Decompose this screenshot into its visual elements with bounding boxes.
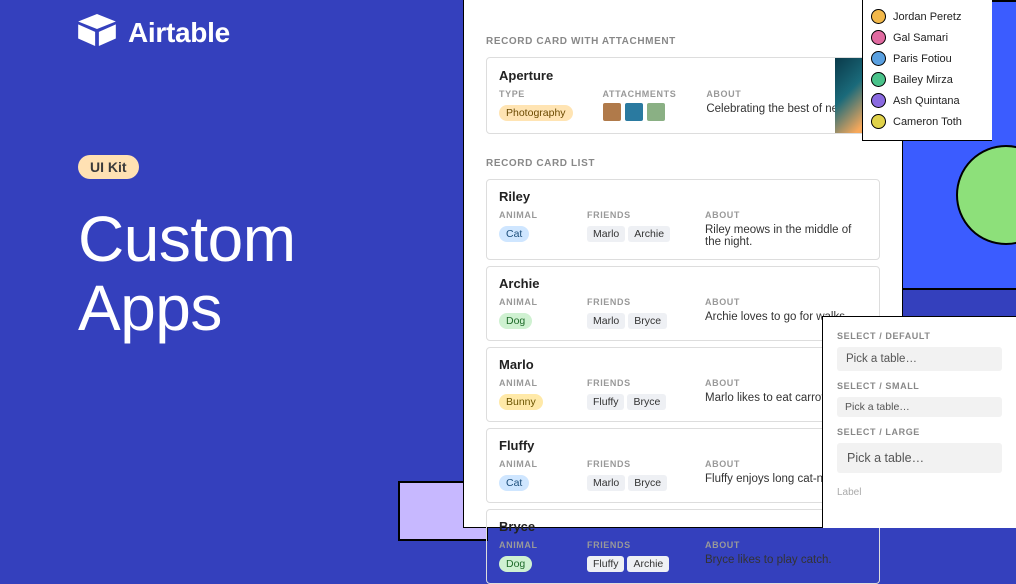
record-title: Riley: [499, 189, 867, 204]
attachment-thumb[interactable]: [625, 103, 643, 121]
person-row[interactable]: Paris Fotiou: [871, 48, 984, 69]
field-label-animal: ANIMAL: [499, 378, 569, 388]
person-name: Gal Samari: [893, 32, 948, 44]
select-small[interactable]: Pick a table…: [837, 397, 1002, 417]
field-label-animal: ANIMAL: [499, 459, 569, 469]
record-card[interactable]: Bryce ANIMAL Dog FRIENDS FluffyArchie ABOUT Br…: [486, 509, 880, 584]
avatar: [871, 93, 886, 108]
field-label-type: TYPE: [499, 89, 573, 99]
section-label-list: RECORD CARD LIST: [486, 158, 880, 169]
animal-tag: Dog: [499, 556, 532, 572]
person-name: Cameron Toth: [893, 116, 962, 128]
friend-chip: Marlo: [587, 226, 625, 242]
avatar: [871, 72, 886, 87]
record-card[interactable]: ArchieANIMALDogFRIENDSMarloBryceABOUTArc…: [486, 266, 880, 341]
avatar: [871, 30, 886, 45]
friend-chip: Bryce: [628, 313, 667, 329]
attachment-thumb[interactable]: [603, 103, 621, 121]
record-title: Bryce: [499, 519, 867, 534]
field-label-friends: FRIENDS: [587, 297, 687, 307]
field-label-about: ABOUT: [705, 297, 867, 307]
section-label-attachment: RECORD CARD WITH ATTACHMENT: [486, 36, 880, 47]
record-card-attachment[interactable]: Aperture TYPE Photography ATTACHMENTS AB…: [486, 57, 880, 134]
friend-chip: Bryce: [627, 394, 666, 410]
person-name: Bailey Mirza: [893, 74, 953, 86]
airtable-logo-icon: [78, 14, 116, 51]
field-label-animal: ANIMAL: [499, 210, 569, 220]
field-label-animal: ANIMAL: [499, 297, 569, 307]
about-text: Bryce likes to play catch.: [705, 554, 867, 566]
record-title: Marlo: [499, 357, 867, 372]
field-label-friends: FRIENDS: [587, 459, 687, 469]
friend-chip: Archie: [627, 556, 669, 572]
type-tag: Photography: [499, 105, 573, 121]
field-label-attachments: ATTACHMENTS: [603, 89, 677, 99]
people-popover: Jordan Peretz Gal Samari Paris Fotiou Baile…: [862, 0, 992, 141]
friend-chip: Marlo: [587, 475, 625, 491]
select-default-label: SELECT / DEFAULT: [837, 331, 1002, 341]
record-card-list: RileyANIMALCatFRIENDSMarloArchieABOUTRil…: [486, 179, 880, 584]
friend-chip: Bryce: [628, 475, 667, 491]
avatar: [871, 51, 886, 66]
field-label-friends: FRIENDS: [587, 378, 687, 388]
animal-tag: Dog: [499, 313, 532, 329]
select-large[interactable]: Pick a table…: [837, 443, 1002, 473]
field-label-friends: FRIENDS: [587, 210, 687, 220]
person-row[interactable]: Cameron Toth: [871, 111, 984, 132]
friend-chip: Fluffy: [587, 394, 624, 410]
avatar: [871, 9, 886, 24]
animal-tag: Cat: [499, 475, 529, 491]
person-row[interactable]: Ash Quintana: [871, 90, 984, 111]
select-default[interactable]: Pick a table…: [837, 347, 1002, 371]
field-label-animal: ANIMAL: [499, 540, 569, 550]
field-label-friends: FRIENDS: [587, 540, 687, 550]
animal-tag: Bunny: [499, 394, 543, 410]
person-name: Ash Quintana: [893, 95, 960, 107]
select-footer-label: Label: [837, 487, 1002, 498]
person-name: Jordan Peretz: [893, 11, 961, 23]
select-large-label: SELECT / LARGE: [837, 427, 1002, 437]
field-label-about: ABOUT: [705, 210, 867, 220]
about-text: Riley meows in the middle of the night.: [705, 224, 867, 248]
brand-lockup: Airtable: [78, 14, 230, 51]
page-headline: Custom Apps: [78, 205, 296, 343]
person-row[interactable]: Jordan Peretz: [871, 6, 984, 27]
person-name: Paris Fotiou: [893, 53, 952, 65]
brand-name: Airtable: [128, 17, 230, 49]
record-card[interactable]: FluffyANIMALCatFRIENDSMarloBryceABOUTFlu…: [486, 428, 880, 503]
animal-tag: Cat: [499, 226, 529, 242]
person-row[interactable]: Gal Samari: [871, 27, 984, 48]
friend-chip: Marlo: [587, 313, 625, 329]
avatar: [871, 114, 886, 129]
attachment-thumbs: [603, 103, 677, 121]
record-title: Archie: [499, 276, 867, 291]
ui-kit-badge: UI Kit: [78, 155, 139, 179]
friend-chip: Archie: [628, 226, 670, 242]
record-card[interactable]: MarloANIMALBunnyFRIENDSFluffyBryceABOUTM…: [486, 347, 880, 422]
record-title: Aperture: [499, 68, 867, 83]
select-small-label: SELECT / SMALL: [837, 381, 1002, 391]
record-card[interactable]: Riley ANIMAL Cat FRIENDS MarloArchie ABOUT Ril…: [486, 179, 880, 260]
friend-chip: Fluffy: [587, 556, 624, 572]
record-title: Fluffy: [499, 438, 867, 453]
field-label-about: ABOUT: [705, 540, 867, 550]
person-row[interactable]: Bailey Mirza: [871, 69, 984, 90]
selects-popover: SELECT / DEFAULT Pick a table… SELECT / …: [822, 316, 1016, 528]
attachment-thumb[interactable]: [647, 103, 665, 121]
